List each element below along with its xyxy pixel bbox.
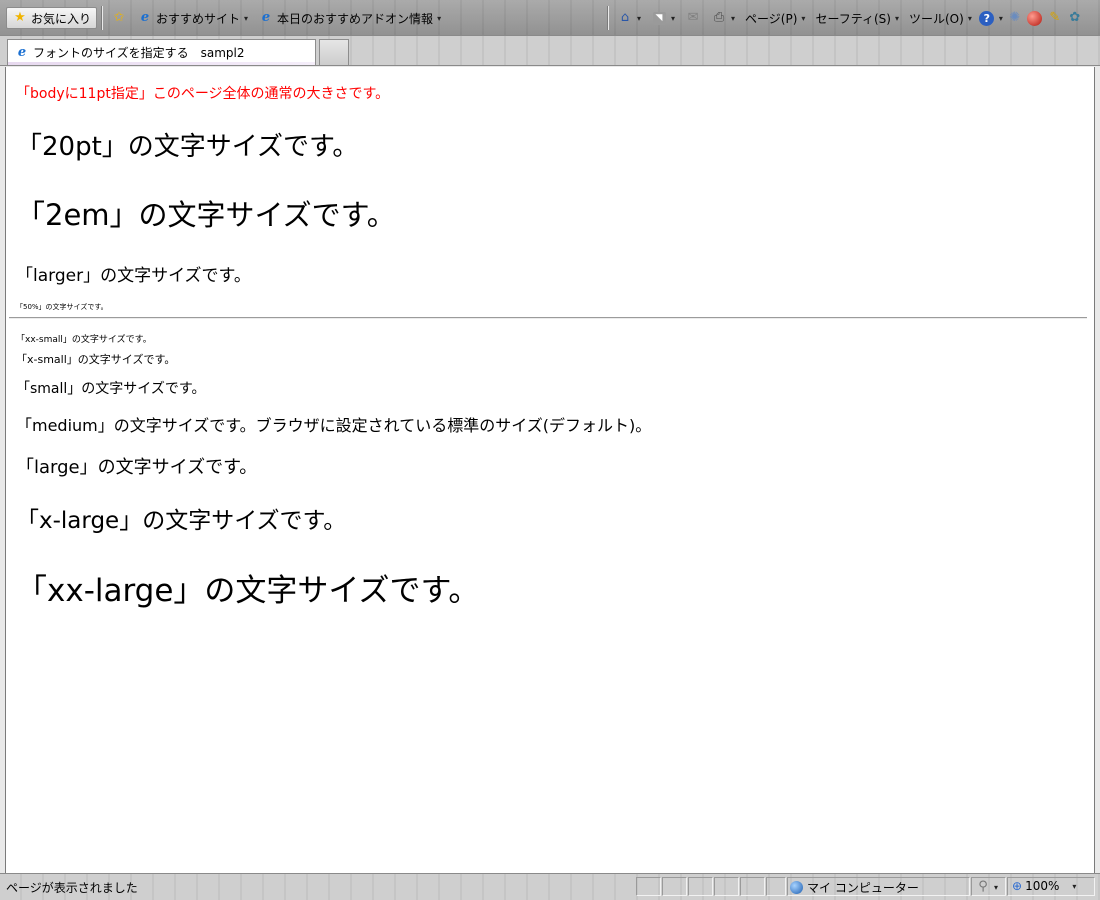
zone-label: マイ コンピューター (807, 881, 919, 895)
page-menu-label: ページ(P) (745, 11, 798, 26)
text-x-small: 「x-small」の文字サイズです。 (16, 353, 176, 366)
status-pane (636, 877, 661, 896)
ie-icon: e (140, 10, 150, 25)
favorites-label: お気に入り (31, 11, 92, 26)
favorites-button[interactable]: ★ お気に入り (6, 7, 98, 29)
status-pane (714, 877, 739, 896)
text-larger: 「larger」の文字サイズです。 (16, 266, 251, 286)
chevron-down-icon: ▾ (671, 13, 676, 23)
status-bar: ページが表示されました マイ コンピューター ⚲ ▾ ⊕ 100% ▾ (0, 873, 1100, 900)
printer-icon: ⎙ (713, 10, 725, 25)
text-small: 「small」の文字サイズです。 (16, 381, 206, 397)
protected-mode-button[interactable]: ⚲ ▾ (975, 879, 998, 895)
text-20pt: 「20pt」の文字サイズです。 (16, 132, 359, 162)
chevron-down-icon: ▾ (731, 13, 736, 23)
msn-button[interactable]: ✿ (1065, 7, 1085, 29)
safety-menu-button[interactable]: セーフティ(S) ▾ (810, 7, 904, 29)
security-zone[interactable]: マイ コンピューター (790, 879, 919, 896)
help-icon: ? (979, 10, 995, 26)
recommended-sites-label: おすすめサイト (156, 11, 241, 26)
rss-icon: ◥ (651, 10, 667, 26)
browser-window: ★ お気に入り ✩ e おすすめサイト ▾ e 本日のおすすめアドオン情報 ▾ … (0, 0, 1100, 900)
favorites-group: ★ お気に入り ✩ e おすすめサイト ▾ e 本日のおすすめアドオン情報 ▾ (6, 5, 446, 31)
text-x-large: 「x-large」の文字サイズです。 (16, 508, 347, 534)
text-xx-large: 「xx-large」の文字サイズです。 (16, 573, 480, 609)
messenger-icon (1027, 10, 1043, 26)
text-50pct: 「50%」の文字サイズです。 (16, 303, 108, 311)
horizontal-rule (9, 317, 1087, 319)
shield-icon: ⚲ (978, 879, 988, 894)
command-bar: ★ お気に入り ✩ e おすすめサイト ▾ e 本日のおすすめアドオン情報 ▾ … (0, 0, 1100, 36)
star-icon: ★ (14, 10, 26, 25)
tools-menu-label: ツール(O) (909, 11, 964, 26)
recommended-sites-button[interactable]: e おすすめサイト ▾ (132, 7, 253, 29)
addons-label: 本日のおすすめアドオン情報 (277, 11, 434, 26)
ie-icon: e (17, 44, 27, 60)
command-group: ⌂ ▾ ◥ ▾ ✉ ⎙ ▾ ページ(P) ▾ セーフティ(S) ▾ ツール(O)… (603, 5, 1085, 31)
toolbar-separator (101, 6, 103, 30)
chevron-down-icon: ▾ (894, 13, 899, 23)
body-note-text: 「bodyに11pt指定」このページ全体の通常の大きさです。 (16, 86, 390, 102)
status-pane (740, 877, 765, 896)
tab-title: フォントのサイズを指定する sampl2 (33, 46, 245, 60)
tools-menu-button[interactable]: ツール(O) ▾ (904, 7, 977, 29)
status-text: ページが表示されました (6, 881, 138, 895)
tab-current-page[interactable]: e フォントのサイズを指定する sampl2 (7, 39, 316, 65)
home-button[interactable]: ⌂ ▾ (612, 7, 646, 29)
chevron-down-icon: ▾ (244, 13, 249, 23)
zoom-label: 100% (1025, 879, 1060, 893)
status-pane (688, 877, 713, 896)
chevron-down-icon: ▾ (437, 13, 442, 23)
safety-menu-label: セーフティ(S) (815, 11, 891, 26)
ie-page-icon: e (261, 10, 271, 25)
addons-button[interactable]: e 本日のおすすめアドオン情報 ▾ (253, 7, 446, 29)
text-large: 「large」の文字サイズです。 (16, 457, 258, 478)
chevron-down-icon: ▾ (637, 13, 642, 23)
blog-button[interactable]: ✎ (1045, 7, 1065, 29)
research-button[interactable]: ✺ (1005, 7, 1025, 29)
gear-icon: ✺ (1009, 10, 1021, 25)
text-xx-small: 「xx-small」の文字サイズです。 (16, 335, 152, 345)
computer-zone-icon (790, 881, 803, 894)
feeds-button[interactable]: ◥ ▾ (646, 7, 680, 29)
new-tab-button[interactable] (319, 39, 349, 65)
status-pane (766, 877, 786, 896)
chevron-down-icon: ▾ (994, 882, 999, 892)
text-2em: 「2em」の文字サイズです。 (16, 198, 396, 232)
zoom-icon: ⊕ (1012, 879, 1023, 893)
chevron-down-icon: ▾ (801, 13, 806, 23)
msn-icon: ✿ (1069, 10, 1081, 25)
print-button[interactable]: ⎙ ▾ (706, 7, 740, 29)
page-content: 「bodyに11pt指定」このページ全体の通常の大きさです。 「20pt」の文字… (5, 67, 1095, 873)
text-medium: 「medium」の文字サイズです。ブラウザに設定されている標準のサイズ(デフォル… (16, 416, 652, 435)
add-favorite-button[interactable]: ✩ (106, 7, 132, 29)
page-menu-button[interactable]: ページ(P) ▾ (740, 7, 810, 29)
mail-icon: ✉ (687, 10, 699, 25)
messenger-button[interactable] (1025, 7, 1045, 29)
chevron-down-icon: ▾ (998, 13, 1003, 23)
zoom-button[interactable]: ⊕ 100% ▾ (1012, 879, 1076, 893)
home-icon: ⌂ (620, 10, 630, 25)
add-favorite-icon: ✩ (113, 10, 125, 25)
chevron-down-icon: ▾ (967, 13, 972, 23)
pen-icon: ✎ (1049, 10, 1061, 25)
toolbar-separator (607, 6, 608, 30)
mail-button[interactable]: ✉ (680, 7, 706, 29)
status-pane (662, 877, 687, 896)
tab-row: e フォントのサイズを指定する sampl2 (0, 36, 1100, 66)
help-button[interactable]: ? ▾ (977, 7, 1005, 29)
chevron-down-icon: ▾ (1072, 881, 1077, 891)
